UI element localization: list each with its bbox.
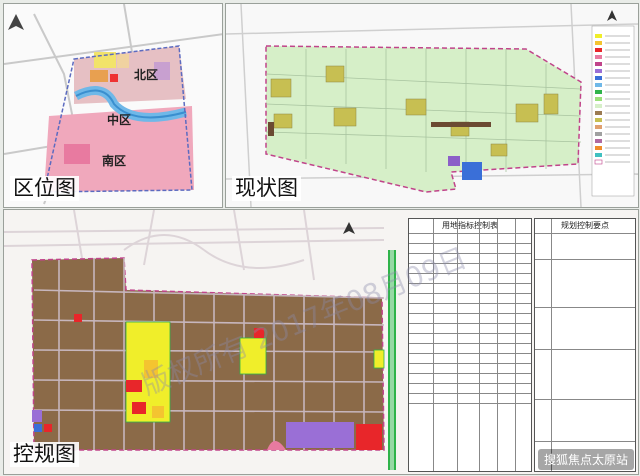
location-map-panel: 北区 中区 南区 区位图 — [3, 3, 223, 208]
brand-badge: 搜狐焦点太原站 — [537, 449, 634, 470]
zone-label-middle: 中区 — [107, 113, 132, 127]
location-map-caption: 区位图 — [10, 176, 79, 201]
regulatory-plan-panel: 用地指标控制表 规划控制要点 控规图 — [3, 209, 639, 475]
status-map-panel: 现状图 — [225, 3, 639, 208]
indicator-table-title: 用地指标控制表 — [442, 221, 498, 230]
status-map-caption: 现状图 — [232, 176, 301, 201]
zone-label-north: 北区 — [134, 68, 159, 82]
notes-title: 规划控制要点 — [561, 221, 609, 230]
zone-label-south: 南区 — [102, 154, 127, 168]
regulatory-plan-caption: 控规图 — [10, 442, 79, 467]
planning-notes-sheet: 规划控制要点 — [534, 218, 636, 472]
land-use-indicator-table: 用地指标控制表 — [408, 218, 532, 472]
